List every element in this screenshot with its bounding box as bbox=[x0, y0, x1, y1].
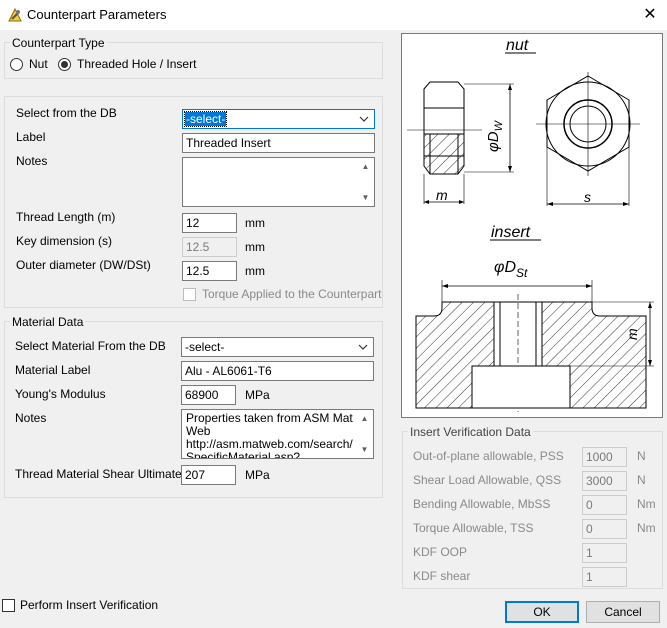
chevron-down-icon bbox=[359, 116, 369, 122]
notes-textarea[interactable]: ▲ ▼ bbox=[182, 157, 375, 207]
material-notes-label: Notes bbox=[15, 411, 47, 425]
material-label-input[interactable]: Alu - AL6061-T6 bbox=[181, 361, 374, 381]
kdf-oop-label: KDF OOP bbox=[413, 545, 468, 559]
ok-button[interactable]: OK bbox=[505, 601, 579, 623]
perform-verification-checkbox[interactable] bbox=[2, 599, 15, 612]
torque-applied-label: Torque Applied to the Counterpart bbox=[202, 287, 382, 301]
radio-threaded-hole-label: Threaded Hole / Insert bbox=[77, 57, 197, 71]
key-dimension-input: 12.5 bbox=[182, 237, 237, 257]
dst-label: φDSt bbox=[494, 259, 528, 280]
material-notes-scrollbar[interactable]: ▲ ▼ bbox=[356, 410, 373, 458]
mbss-label: Bending Allowable, MbSS bbox=[413, 497, 551, 511]
kdf-oop-input: 1 bbox=[582, 543, 627, 563]
qss-label: Shear Load Allowable, QSS bbox=[413, 473, 562, 487]
insert-title: insert bbox=[491, 224, 531, 241]
radio-threaded-hole[interactable] bbox=[58, 58, 71, 71]
insert-cross-section bbox=[415, 280, 654, 412]
tss-label: Torque Allowable, TSS bbox=[413, 521, 534, 535]
m-label: m bbox=[436, 187, 448, 203]
kdf-shear-input: 1 bbox=[582, 567, 627, 587]
select-material-value: -select- bbox=[185, 340, 225, 354]
schematic-figure: nut m φDW s insert φDSt m bbox=[401, 33, 663, 418]
nut-title: nut bbox=[506, 37, 529, 54]
schematic-drawing: nut m φDW s insert φDSt m bbox=[407, 37, 654, 412]
perform-verification-label: Perform Insert Verification bbox=[20, 598, 159, 612]
select-db-value: -select- bbox=[183, 111, 228, 127]
nut-top-view bbox=[536, 72, 640, 206]
material-notes-text: Properties taken from ASM MatWeb http://… bbox=[186, 411, 353, 459]
mbss-input: 0 bbox=[582, 495, 627, 515]
torque-applied-checkbox bbox=[183, 288, 196, 301]
counterpart-type-legend: Counterpart Type bbox=[10, 36, 107, 50]
label-label: Label bbox=[16, 130, 46, 144]
qss-unit: N bbox=[637, 473, 646, 487]
outer-diameter-label: Outer diameter (DW/DSt) bbox=[16, 258, 151, 272]
thread-length-input[interactable]: 12 bbox=[182, 213, 237, 233]
youngs-modulus-label: Young's Modulus bbox=[15, 387, 106, 401]
kdf-shear-label: KDF shear bbox=[413, 569, 471, 583]
pss-unit: N bbox=[637, 449, 646, 463]
shear-ultimate-label: Thread Material Shear Ultimate bbox=[15, 467, 182, 481]
select-material-label: Select Material From the DB bbox=[15, 339, 166, 353]
tss-input: 0 bbox=[582, 519, 627, 539]
select-db-label: Select from the DB bbox=[16, 106, 117, 120]
shear-ultimate-unit: MPa bbox=[245, 468, 270, 482]
tss-unit: Nm bbox=[637, 521, 656, 535]
app-icon bbox=[8, 7, 22, 22]
notes-label: Notes bbox=[16, 154, 48, 168]
select-material-dropdown[interactable]: -select- bbox=[181, 337, 374, 357]
pss-label: Out-of-plane allowable, PSS bbox=[413, 449, 564, 463]
thread-length-unit: mm bbox=[245, 216, 265, 230]
scroll-down-icon[interactable]: ▼ bbox=[357, 189, 374, 206]
youngs-modulus-input[interactable]: 68900 bbox=[181, 385, 236, 405]
dw-label: φDW bbox=[485, 119, 505, 152]
material-legend: Material Data bbox=[10, 315, 86, 329]
key-dimension-unit: mm bbox=[245, 240, 265, 254]
key-dimension-label: Key dimension (s) bbox=[16, 234, 113, 248]
mbss-unit: Nm bbox=[637, 497, 656, 511]
s-label: s bbox=[584, 189, 591, 205]
notes-scrollbar[interactable]: ▲ ▼ bbox=[357, 158, 374, 206]
select-db-dropdown[interactable]: -select- bbox=[182, 109, 375, 129]
material-notes-textarea[interactable]: Properties taken from ASM MatWeb http://… bbox=[181, 409, 374, 459]
scroll-up-icon[interactable]: ▲ bbox=[356, 410, 373, 427]
shear-ultimate-input[interactable]: 207 bbox=[181, 465, 236, 485]
outer-diameter-input[interactable]: 12.5 bbox=[182, 261, 237, 281]
radio-selected-dot bbox=[61, 61, 68, 68]
qss-input: 3000 bbox=[582, 471, 627, 491]
svg-text:φDW: φDW bbox=[485, 119, 505, 152]
material-label-label: Material Label bbox=[15, 363, 91, 377]
window-title: Counterpart Parameters bbox=[27, 7, 167, 22]
label-input[interactable]: Threaded Insert bbox=[182, 133, 375, 153]
scroll-down-icon[interactable]: ▼ bbox=[356, 441, 373, 458]
outer-diameter-unit: mm bbox=[245, 264, 265, 278]
scroll-up-icon[interactable]: ▲ bbox=[357, 158, 374, 175]
pss-input: 1000 bbox=[582, 447, 627, 467]
close-icon[interactable]: ✕ bbox=[636, 3, 664, 27]
svg-text:m: m bbox=[624, 328, 640, 340]
m2-label: m bbox=[624, 328, 640, 340]
radio-nut-label: Nut bbox=[29, 57, 48, 71]
thread-length-label: Thread Length (m) bbox=[16, 210, 116, 224]
radio-nut[interactable] bbox=[10, 58, 23, 71]
verification-legend: Insert Verification Data bbox=[408, 425, 533, 439]
cancel-button[interactable]: Cancel bbox=[586, 601, 660, 623]
title-bar: Counterpart Parameters ✕ bbox=[0, 0, 667, 30]
chevron-down-icon bbox=[358, 344, 368, 350]
youngs-modulus-unit: MPa bbox=[245, 388, 270, 402]
